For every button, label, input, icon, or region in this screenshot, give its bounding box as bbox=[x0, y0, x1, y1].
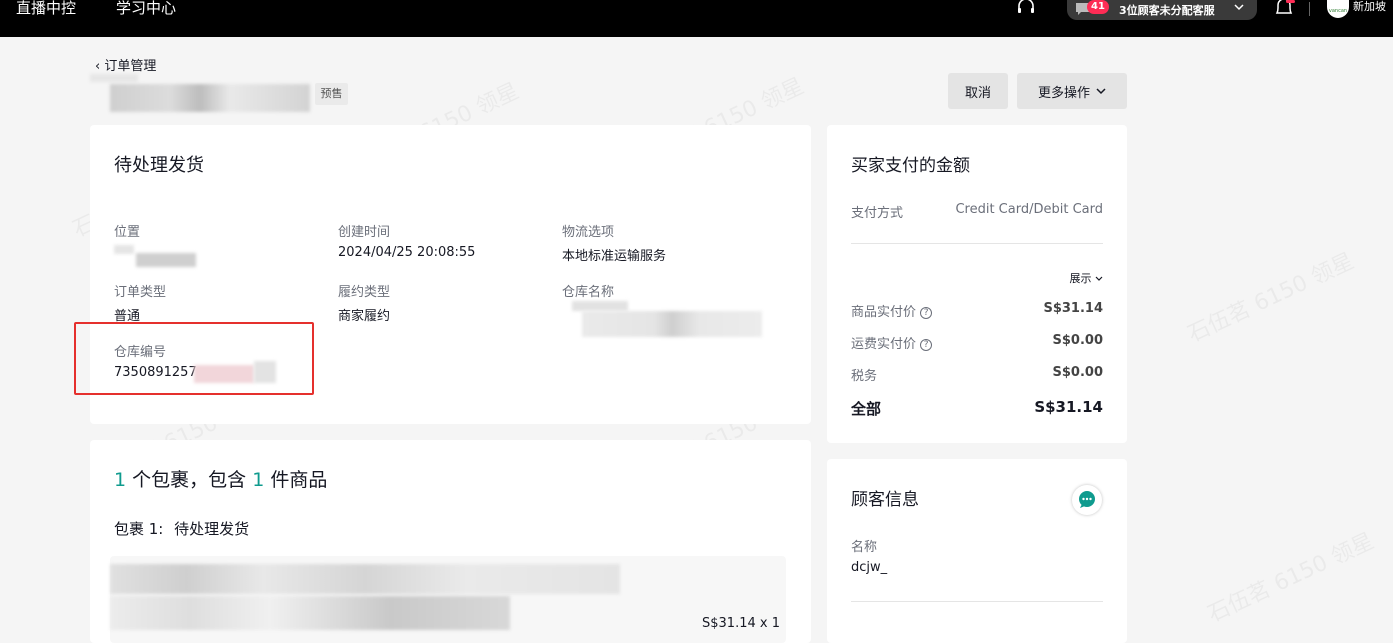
package-item-row: S$31.14 x 1 bbox=[110, 556, 786, 643]
highlight-box bbox=[74, 322, 314, 395]
package-summary-mid: 个包裹，包含 bbox=[132, 469, 247, 491]
back-link-label: 订单管理 bbox=[104, 59, 157, 74]
cancel-button[interactable]: 取消 bbox=[948, 73, 1008, 109]
info-icon[interactable]: ? bbox=[920, 338, 933, 351]
package-card: 1 个包裹，包含 1 件商品 包裹 1: 待处理发货 S$31.14 x 1 bbox=[90, 440, 811, 643]
more-actions-label: 更多操作 bbox=[1037, 85, 1090, 101]
logistics-option-value: 本地标准运输服务 bbox=[562, 249, 667, 264]
divider bbox=[851, 601, 1103, 602]
chevron-left-icon: ‹ bbox=[95, 59, 101, 74]
shipping-price-value: S$0.00 bbox=[1052, 333, 1103, 348]
payment-method-value: Credit Card/Debit Card bbox=[955, 202, 1103, 217]
total-value: S$31.14 bbox=[1034, 398, 1103, 416]
more-actions-button[interactable]: 更多操作 bbox=[1017, 73, 1127, 109]
back-to-order-management[interactable]: ‹ 订单管理 bbox=[95, 55, 156, 74]
fulfillment-type-value: 商家履约 bbox=[338, 309, 391, 324]
created-time-value: 2024/04/25 20:08:55 bbox=[338, 245, 476, 260]
redacted-area bbox=[90, 74, 138, 82]
nav-live-control[interactable]: 直播中控 bbox=[16, 0, 76, 16]
nav-learning-center[interactable]: 学习中心 bbox=[116, 0, 176, 16]
order-status-title: 待处理发货 bbox=[114, 155, 204, 176]
payment-card: 买家支付的金额 支付方式 Credit Card/Debit Card 展示 商… bbox=[827, 125, 1127, 443]
customer-info-title: 顾客信息 bbox=[851, 490, 919, 510]
watermark: 石伍茗 6150 领星 bbox=[1202, 523, 1379, 628]
package-summary: 1 个包裹，包含 1 件商品 bbox=[114, 465, 327, 492]
customer-service-pill[interactable]: 41 3位顾客未分配客服 bbox=[1067, 0, 1257, 20]
avatar[interactable]: vancan bbox=[1327, 0, 1349, 18]
logistics-option-label: 物流选项 bbox=[562, 225, 615, 240]
expand-label: 展示 bbox=[1069, 272, 1092, 285]
chevron-down-icon bbox=[1096, 84, 1106, 99]
payment-title: 买家支付的金额 bbox=[851, 156, 970, 176]
created-time-label: 创建时间 bbox=[338, 225, 391, 240]
bell-icon[interactable] bbox=[1273, 0, 1295, 21]
redacted-product-sku bbox=[110, 596, 510, 630]
info-icon[interactable]: ? bbox=[920, 306, 933, 319]
customer-info-card: 顾客信息 名称 dcjw_ bbox=[827, 459, 1127, 643]
redacted-product-title bbox=[110, 564, 620, 594]
watermark: 石伍茗 6150 领星 bbox=[1182, 243, 1359, 348]
tax-value: S$0.00 bbox=[1052, 365, 1103, 380]
region-label[interactable]: 新加坡 bbox=[1353, 0, 1386, 14]
redacted-order-id bbox=[110, 84, 310, 112]
package-summary-tail: 件商品 bbox=[270, 469, 328, 491]
product-price-value: S$31.14 bbox=[1043, 301, 1103, 316]
fulfillment-type-label: 履约类型 bbox=[338, 285, 391, 300]
chevron-down-icon bbox=[1095, 272, 1103, 285]
price-quantity: S$31.14 x 1 bbox=[702, 616, 780, 631]
notification-count-badge: 41 bbox=[1087, 0, 1109, 14]
total-label: 全部 bbox=[851, 400, 882, 418]
redacted-location bbox=[114, 245, 134, 254]
package-status-line: 包裹 1: 待处理发货 bbox=[114, 518, 249, 539]
payment-method-label: 支付方式 bbox=[851, 206, 904, 221]
headset-icon[interactable] bbox=[1016, 0, 1036, 20]
redacted-location bbox=[136, 253, 196, 267]
presale-tag: 预售 bbox=[315, 83, 348, 105]
shipping-price-label: 运费实付价 ? bbox=[851, 333, 933, 352]
item-count: 1 bbox=[252, 469, 265, 491]
expand-toggle[interactable]: 展示 bbox=[1070, 270, 1104, 286]
package-status: 待处理发货 bbox=[174, 520, 250, 538]
package-label: 包裹 1: bbox=[114, 520, 164, 538]
warehouse-name-label: 仓库名称 bbox=[562, 285, 615, 300]
customer-name-label: 名称 bbox=[851, 540, 878, 555]
tax-label: 税务 bbox=[851, 369, 878, 384]
package-count: 1 bbox=[114, 469, 127, 491]
chat-bubble-icon bbox=[1079, 491, 1095, 508]
top-bar: 直播中控 学习中心 41 3位顾客未分配客服 vancan 新加坡 bbox=[0, 0, 1393, 37]
redacted-warehouse-name bbox=[572, 301, 628, 311]
order-type-label: 订单类型 bbox=[114, 285, 167, 300]
divider bbox=[851, 243, 1103, 244]
divider bbox=[1309, 2, 1310, 16]
location-label: 位置 bbox=[114, 225, 141, 240]
product-price-label: 商品实付价 ? bbox=[851, 301, 933, 320]
chat-button[interactable] bbox=[1072, 485, 1102, 515]
chevron-down-icon bbox=[1233, 1, 1245, 16]
customer-service-text: 3位顾客未分配客服 bbox=[1119, 4, 1215, 17]
redacted-warehouse-name bbox=[582, 311, 762, 337]
customer-name-value: dcjw_ bbox=[851, 560, 888, 575]
